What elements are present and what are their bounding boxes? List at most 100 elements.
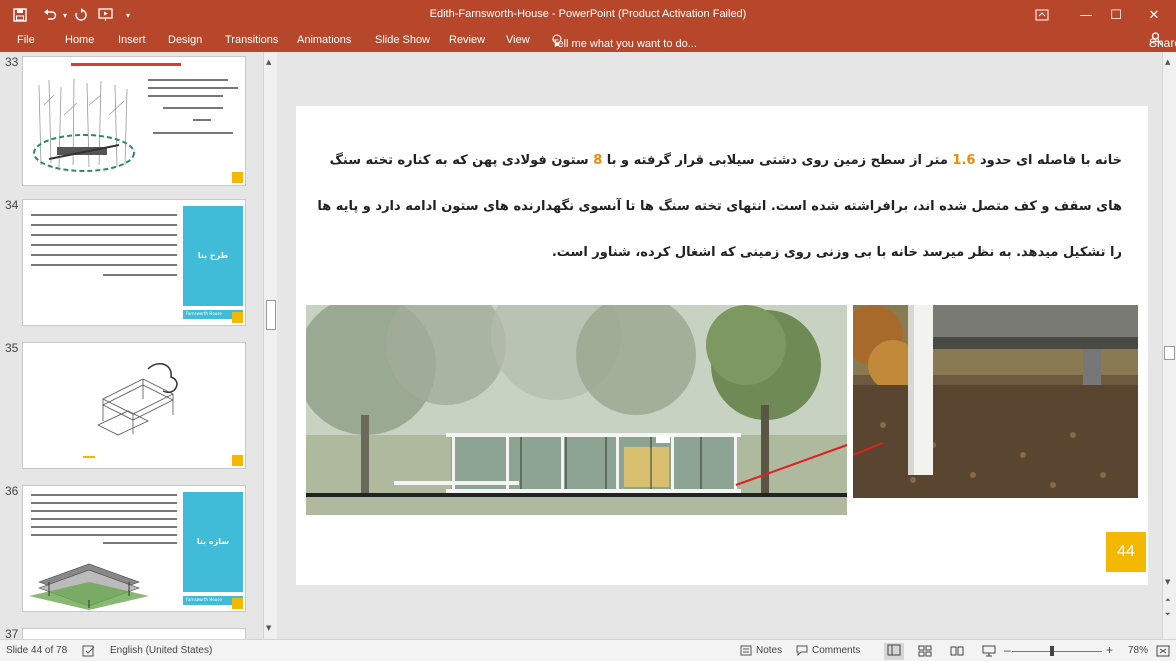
thumb-title-panel: سازه بنا bbox=[183, 492, 243, 592]
slide-edit-area: خانه با فاصله ای حدود 1.6 متر از سطح زمی… bbox=[278, 52, 1162, 639]
tab-review[interactable]: Review bbox=[449, 34, 485, 46]
thumb-text-line bbox=[31, 502, 177, 504]
share-label: Share bbox=[1149, 36, 1176, 50]
scroll-down-icon[interactable]: ▼ bbox=[1165, 578, 1170, 586]
scroll-thumb[interactable] bbox=[266, 300, 276, 330]
ribbon-tabs: File Home Insert Design Transitions Anim… bbox=[0, 30, 1176, 52]
zoom-out-icon[interactable]: – bbox=[1004, 643, 1011, 657]
tab-view[interactable]: View bbox=[506, 34, 530, 46]
slide-show-icon[interactable] bbox=[982, 645, 996, 660]
thumb-text-line bbox=[31, 264, 177, 266]
thumb-page-badge bbox=[232, 172, 243, 183]
scroll-up-icon[interactable]: ▲ bbox=[266, 58, 271, 66]
close-button[interactable]: ✕ bbox=[1132, 0, 1176, 30]
house-elevation-image[interactable] bbox=[306, 305, 847, 515]
slide-thumbnail-pane: 33 34 طرح بنا Farnsworth House 35 36 ساز… bbox=[0, 52, 263, 639]
body-text: ستون فولادی پهن که به کناره تخته سنگ های… bbox=[317, 153, 1122, 260]
thumb-page-badge bbox=[232, 455, 243, 466]
comment-icon bbox=[796, 645, 808, 656]
language-indicator[interactable]: English (United States) bbox=[110, 645, 212, 656]
slide-page-number: 44 bbox=[1106, 532, 1146, 572]
thumb-text-line bbox=[31, 526, 177, 528]
comments-button[interactable]: Comments bbox=[796, 645, 860, 656]
thumb-number: 37 bbox=[5, 627, 19, 639]
notes-label: Notes bbox=[756, 645, 783, 656]
tab-slide-show[interactable]: Slide Show bbox=[375, 34, 430, 46]
thumb-text-line bbox=[31, 534, 177, 536]
notes-icon bbox=[740, 645, 752, 656]
slide-thumbnail-34[interactable]: طرح بنا Farnsworth House bbox=[22, 199, 246, 326]
thumb-number: 36 bbox=[5, 484, 19, 498]
spell-check-icon[interactable] bbox=[82, 645, 96, 660]
slide-thumbnail-36[interactable]: سازه بنا Farnsworth House bbox=[22, 485, 246, 612]
thumb-page-badge bbox=[232, 312, 243, 323]
slide-scrollbar[interactable]: ▲ ▼ ⏶ ⏷ bbox=[1162, 52, 1176, 639]
thumb-text-line bbox=[148, 79, 228, 81]
share-button[interactable]: Share bbox=[1149, 32, 1176, 50]
scroll-up-icon[interactable]: ▲ bbox=[1165, 58, 1170, 66]
scroll-thumb[interactable] bbox=[1164, 346, 1175, 360]
slide-thumbnail-37[interactable] bbox=[22, 628, 246, 639]
highlight-columns: 8 bbox=[593, 153, 603, 168]
slide-body-text[interactable]: خانه با فاصله ای حدود 1.6 متر از سطح زمی… bbox=[310, 138, 1122, 276]
house-underside-photo[interactable] bbox=[853, 305, 1138, 498]
thumb-text-line bbox=[31, 254, 177, 256]
normal-view-icon[interactable] bbox=[884, 643, 904, 660]
tab-home[interactable]: Home bbox=[65, 34, 94, 46]
tell-me-box[interactable]: Tell me what you want to do... bbox=[552, 34, 697, 50]
thumb-structure-diagram bbox=[29, 563, 149, 610]
next-slide-icon[interactable]: ⏷ bbox=[1165, 610, 1171, 619]
zoom-level[interactable]: 78% bbox=[1128, 645, 1148, 656]
zoom-in-icon[interactable]: + bbox=[1106, 643, 1113, 657]
reading-view-icon[interactable] bbox=[950, 645, 964, 660]
thumb-text-line bbox=[148, 87, 238, 89]
thumb-text-line bbox=[31, 494, 177, 496]
thumb-text-line bbox=[103, 274, 177, 276]
thumb-text-line bbox=[31, 224, 177, 226]
thumb-text-line bbox=[31, 244, 177, 246]
thumb-heading bbox=[71, 63, 181, 66]
slide-counter: Slide 44 of 78 bbox=[6, 645, 68, 656]
highlight-height: 1.6 bbox=[952, 153, 976, 168]
thumb-text-line bbox=[153, 132, 233, 134]
thumb-axonometric-drawing bbox=[97, 362, 178, 436]
thumb-text-line bbox=[31, 214, 177, 216]
tab-transitions[interactable]: Transitions bbox=[225, 34, 278, 46]
thumb-text-line bbox=[148, 95, 223, 97]
thumbnail-scrollbar[interactable]: ▲ ▼ bbox=[263, 52, 277, 639]
tab-design[interactable]: Design bbox=[168, 34, 202, 46]
slide-thumbnail-35[interactable] bbox=[22, 342, 246, 469]
thumb-number: 33 bbox=[5, 55, 19, 69]
title-bar: ▾ ▾ Edith-Farnsworth-House - PowerPoint … bbox=[0, 0, 1176, 30]
scroll-down-icon[interactable]: ▼ bbox=[266, 624, 271, 632]
thumb-text-line bbox=[31, 510, 177, 512]
thumb-text-line bbox=[31, 234, 177, 236]
body-text: متر از سطح زمین روی دشتی سیلابی قرار گرف… bbox=[602, 153, 953, 168]
window-title: Edith-Farnsworth-House - PowerPoint (Pro… bbox=[429, 8, 747, 20]
zoom-slider[interactable] bbox=[1012, 651, 1102, 652]
slide-thumbnail-33[interactable] bbox=[22, 56, 246, 186]
thumb-page-badge bbox=[232, 598, 243, 609]
current-slide[interactable]: خانه با فاصله ای حدود 1.6 متر از سطح زمی… bbox=[296, 106, 1148, 585]
powerpoint-window: ▾ ▾ Edith-Farnsworth-House - PowerPoint … bbox=[0, 0, 1176, 661]
tab-file[interactable]: File bbox=[17, 34, 35, 46]
slide-sorter-icon[interactable] bbox=[918, 645, 932, 660]
thumb-text-line bbox=[103, 542, 177, 544]
comments-label: Comments bbox=[812, 645, 861, 656]
thumb-title-panel: طرح بنا bbox=[183, 206, 243, 306]
thumb-text-line bbox=[31, 518, 177, 520]
thumb-caption bbox=[83, 456, 95, 458]
ribbon-display-icon[interactable] bbox=[1020, 0, 1064, 30]
fit-to-window-icon[interactable] bbox=[1156, 645, 1170, 660]
tab-insert[interactable]: Insert bbox=[118, 34, 146, 46]
thumb-number: 34 bbox=[5, 198, 19, 212]
previous-slide-icon[interactable]: ⏶ bbox=[1165, 596, 1171, 605]
body-text: خانه با فاصله ای حدود bbox=[975, 153, 1122, 168]
tell-me-text: Tell me what you want to do... bbox=[552, 38, 697, 50]
tab-animations[interactable]: Animations bbox=[297, 34, 351, 46]
thumb-number: 35 bbox=[5, 341, 19, 355]
thumb-text-line bbox=[193, 119, 211, 121]
thumb-sketch-image bbox=[33, 78, 135, 172]
zoom-slider-thumb[interactable] bbox=[1050, 646, 1054, 656]
notes-button[interactable]: Notes bbox=[740, 645, 782, 656]
